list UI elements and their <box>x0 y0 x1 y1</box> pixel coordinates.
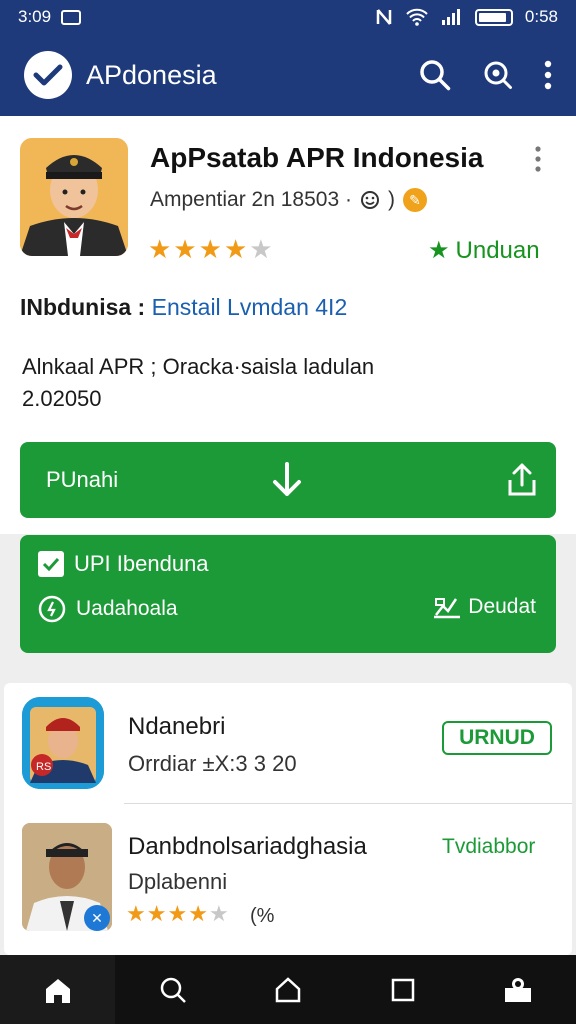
list-item-2-extra: (% <box>250 905 275 927</box>
status-bar: 3:09 0:58 <box>0 0 576 34</box>
nav-profile[interactable] <box>461 955 576 1024</box>
update-clock-icon <box>38 595 66 623</box>
square-icon <box>391 978 415 1001</box>
profile-icon <box>505 977 532 1002</box>
mute-icon <box>376 9 392 25</box>
main-button-label: PUnahi <box>46 467 119 492</box>
info-link[interactable]: Enstail Lvmdan <box>152 294 309 320</box>
panel-action[interactable]: Deudat <box>432 595 536 619</box>
nav-home[interactable] <box>0 955 116 1024</box>
panel-row-1[interactable]: UPI Ibenduna <box>38 551 209 577</box>
info-line-2: Alnkaal APR ; Oracka·saisla ladulan <box>22 354 375 379</box>
nav-search-icon <box>160 977 186 1003</box>
home-icon <box>45 978 70 1003</box>
list-item-2-rating: ★ ★ ★ ★ ★ <box>126 901 229 927</box>
list-divider <box>124 803 572 804</box>
panel-row-1-label: UPI Ibenduna <box>74 551 209 576</box>
home-outline-icon <box>275 976 301 1002</box>
install-link-label: Unduan <box>455 236 540 264</box>
app-bar: APdonesia <box>0 34 576 116</box>
smiley-icon <box>360 191 379 209</box>
main-download-button[interactable]: PUnahi <box>20 442 556 518</box>
app-detail-card: ApPsatab APR Indonesia Ampentiar 2n 1850… <box>0 116 576 534</box>
wifi-icon <box>406 8 428 26</box>
install-link[interactable]: ★ Unduan <box>428 236 540 265</box>
star-filled-icon: ★ <box>146 901 167 926</box>
status-time: 3:09 <box>18 7 52 26</box>
list-item-1-icon-text: RS <box>36 761 51 773</box>
chart-edit-icon <box>434 598 461 619</box>
app-list: RS Ndanebri Orrdiar ±X:3 3 20 URNUD ✕ Da… <box>4 683 572 955</box>
star-empty-icon: ★ <box>208 901 229 926</box>
info-line-3: 2.02050 <box>22 386 102 411</box>
more-vert-icon[interactable] <box>544 60 552 90</box>
bottom-nav <box>0 955 576 1024</box>
info-badge: 4I2 <box>315 294 348 320</box>
app-subtitle-text: Ampentiar 2n 18503 · <box>150 188 352 211</box>
search-icon[interactable] <box>418 58 452 92</box>
battery-level: 0:58 <box>524 7 558 26</box>
rating-stars: ★ ★ ★ ★ ★ <box>148 234 273 265</box>
notification-icon <box>61 9 82 25</box>
list-item-1-title: Ndanebri <box>128 713 226 740</box>
star-filled-icon: ★ <box>188 901 208 926</box>
star-icon: ★ <box>428 237 450 264</box>
list-item-2-title: Danbdnolsariadghasia <box>128 833 367 860</box>
info-line-1: INbdunisa : Enstail Lvmdan 4I2 <box>20 294 347 321</box>
nav-back[interactable] <box>230 955 345 1024</box>
share-icon[interactable] <box>506 462 538 498</box>
gold-badge-icon: ✎ <box>402 188 427 212</box>
list-item-1-subtitle: Orrdiar ±X:3 3 20 <box>128 751 297 776</box>
checkbox-checked-icon[interactable] <box>38 551 64 577</box>
check-logo-icon[interactable] <box>24 51 72 99</box>
star-filled-icon: ★ <box>198 234 222 264</box>
app-more-icon[interactable] <box>534 146 542 172</box>
info-label: INbdunisa : <box>20 294 146 320</box>
star-empty-icon: ★ <box>249 234 273 264</box>
app-title: ApPsatab APR Indonesia <box>150 142 484 173</box>
star-filled-icon: ★ <box>148 234 172 264</box>
nav-recents[interactable] <box>346 955 461 1024</box>
app-subtitle-suffix: ) <box>387 188 395 211</box>
star-filled-icon: ★ <box>126 901 146 926</box>
signal-icon <box>441 9 460 25</box>
list-item-1-icon[interactable]: RS <box>22 697 104 789</box>
star-filled-icon: ★ <box>167 901 188 926</box>
list-item-2-action[interactable]: Tvdiabbor <box>442 835 535 859</box>
update-panel: UPI Ibenduna Uadahoala Deudat <box>20 535 556 653</box>
tools-badge-icon: ✕ <box>84 905 110 931</box>
nav-search[interactable] <box>115 955 230 1024</box>
download-arrow-icon <box>273 462 301 496</box>
battery-icon <box>474 8 513 26</box>
app-subtitle: Ampentiar 2n 18503 · ) ✎ <box>150 188 427 212</box>
star-filled-icon: ★ <box>173 234 197 264</box>
panel-row-2[interactable]: Uadahoala <box>38 595 178 623</box>
app-bar-title: APdonesia <box>86 59 217 90</box>
star-filled-icon: ★ <box>223 234 248 264</box>
app-icon <box>20 138 128 256</box>
list-item-1-action-button[interactable]: URNUD <box>442 721 552 755</box>
zoom-search-icon[interactable] <box>482 59 514 91</box>
panel-row-2-label: Uadahoala <box>76 597 178 620</box>
list-item-2-subtitle: Dplabenni <box>128 869 228 894</box>
panel-action-label: Deudat <box>468 595 536 618</box>
